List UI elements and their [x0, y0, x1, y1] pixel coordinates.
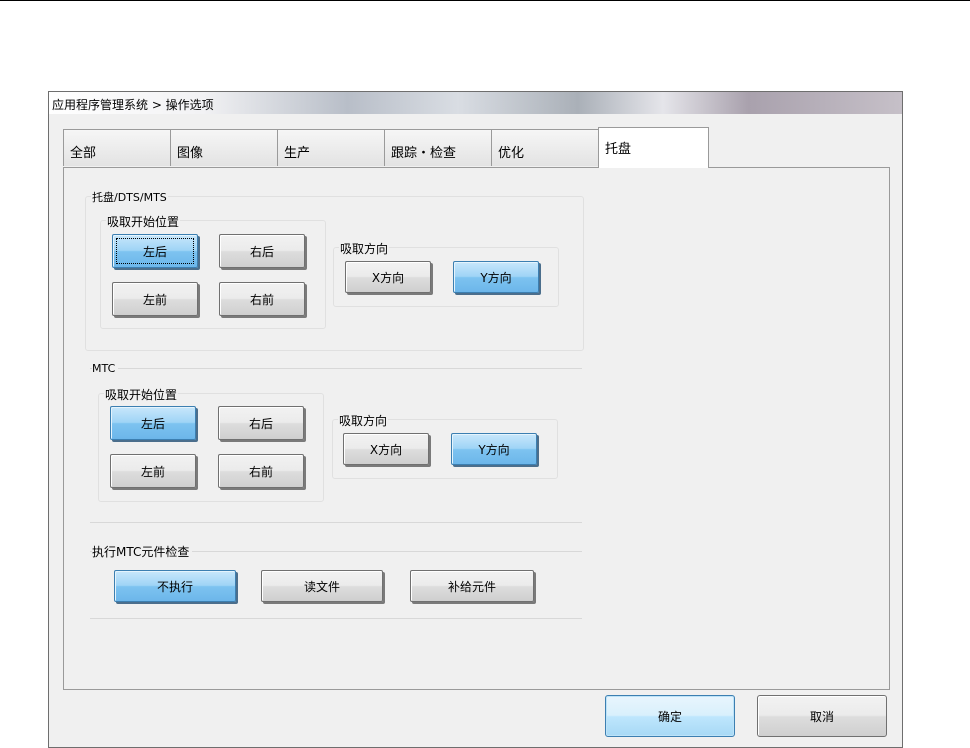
cancel-button[interactable]: 取消	[757, 695, 887, 737]
mtc-separator	[90, 368, 582, 369]
mtc-left-front-button[interactable]: 左前	[110, 454, 196, 488]
supply-component-button[interactable]: 补给元件	[410, 570, 534, 602]
tab-all[interactable]: 全部	[63, 129, 171, 166]
tray-pickup-start-group: 吸取开始位置 左后 右后 左前 右前	[100, 213, 326, 329]
read-file-button[interactable]: 读文件	[261, 570, 383, 602]
tab-image[interactable]: 图像	[170, 129, 278, 166]
no-execute-button[interactable]: 不执行	[114, 570, 236, 602]
tray-right-front-button[interactable]: 右前	[219, 282, 305, 316]
mtc-pickup-direction-label: 吸取方向	[338, 412, 389, 429]
top-rule	[0, 0, 970, 1]
tab-production[interactable]: 生产	[277, 129, 385, 166]
tab-tracking-inspection[interactable]: 跟踪・检查	[384, 129, 492, 166]
tab-optimization[interactable]: 优化	[491, 129, 599, 166]
mtc-pickup-start-group: 吸取开始位置 左后 右后 左前 右前	[98, 386, 324, 502]
tray-pickup-direction-label: 吸取方向	[339, 240, 390, 257]
mtc-left-rear-button[interactable]: 左后	[110, 406, 196, 440]
mtc-x-direction-button[interactable]: X方向	[343, 433, 429, 465]
tray-x-direction-button[interactable]: X方向	[345, 261, 431, 293]
tray-left-rear-button[interactable]: 左后	[112, 234, 198, 268]
tray-pickup-direction-group: 吸取方向 X方向 Y方向	[333, 240, 559, 307]
tray-dts-mts-group: 托盘/DTS/MTS 吸取开始位置 左后 右后 左前 右前 吸取方向 X方向 Y…	[85, 189, 584, 351]
mtc-section-title: MTC	[92, 362, 119, 375]
window-title: 应用程序管理系统 > 操作选项	[52, 98, 214, 112]
mtc-bottom-separator	[90, 522, 582, 523]
mtc-right-front-button[interactable]: 右前	[218, 454, 304, 488]
mtc-pickup-direction-group: 吸取方向 X方向 Y方向	[332, 412, 558, 479]
tray-pickup-start-label: 吸取开始位置	[106, 213, 181, 230]
tray-group-title: 托盘/DTS/MTS	[91, 189, 168, 205]
tab-content-tray: 托盘/DTS/MTS 吸取开始位置 左后 右后 左前 右前 吸取方向 X方向 Y…	[63, 167, 890, 690]
mtc-check-bottom-separator	[90, 618, 582, 619]
ok-button[interactable]: 确定	[605, 695, 735, 737]
mtc-check-title: 执行MTC元件检查	[92, 543, 193, 560]
options-window: 应用程序管理系统 > 操作选项 全部 图像 生产 跟踪・检查 优化 托盘 托盘/…	[48, 91, 903, 748]
title-bar: 应用程序管理系统 > 操作选项	[49, 92, 902, 114]
mtc-pickup-start-label: 吸取开始位置	[104, 386, 179, 403]
mtc-right-rear-button[interactable]: 右后	[218, 406, 304, 440]
tab-tray[interactable]: 托盘	[598, 127, 709, 168]
tray-left-front-button[interactable]: 左前	[112, 282, 198, 316]
tray-right-rear-button[interactable]: 右后	[219, 234, 305, 268]
tray-y-direction-button[interactable]: Y方向	[453, 261, 539, 293]
mtc-y-direction-button[interactable]: Y方向	[451, 433, 537, 465]
